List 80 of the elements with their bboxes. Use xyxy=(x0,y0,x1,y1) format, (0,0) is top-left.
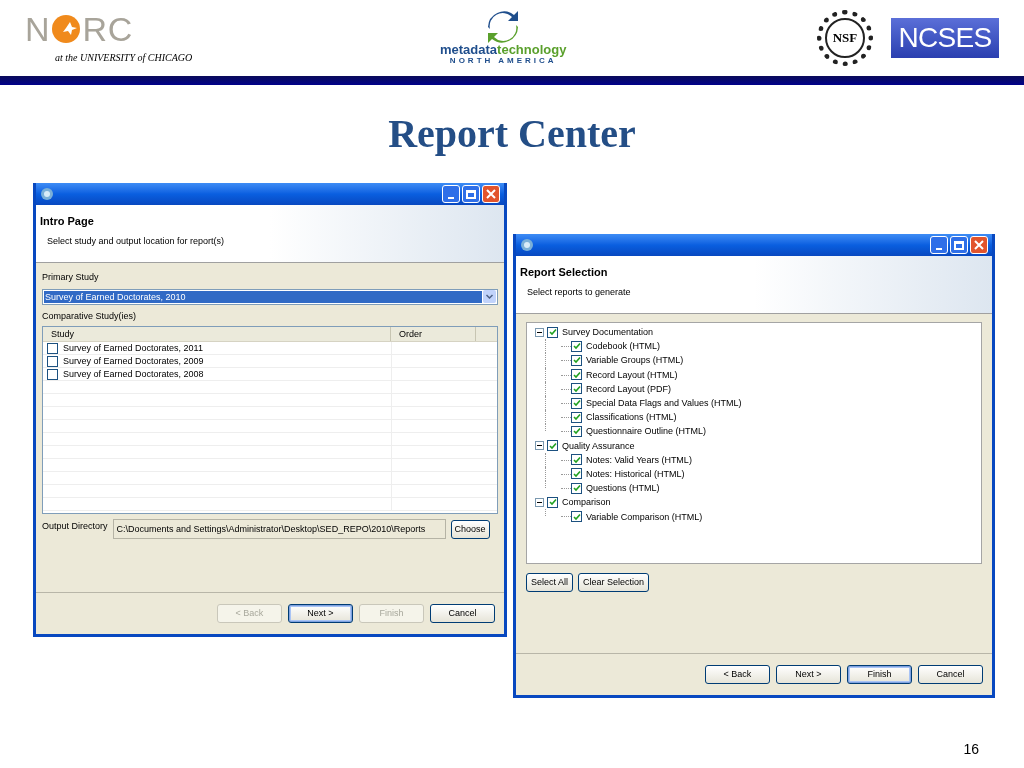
primary-study-dropdown[interactable]: Survey of Earned Doctorates, 2010 xyxy=(42,288,498,305)
logo-text: metadata xyxy=(440,43,498,56)
page-heading: Intro Page xyxy=(40,214,95,229)
wizard-button[interactable]: < Back xyxy=(705,665,770,684)
logo-tagline: at the UNIVERSITY of CHICAGO xyxy=(55,50,194,65)
logo-text: technology xyxy=(497,43,567,56)
minimize-button[interactable] xyxy=(442,185,460,203)
maximize-button[interactable] xyxy=(950,236,968,254)
logo-text: RC xyxy=(82,11,134,46)
checkbox[interactable] xyxy=(571,482,582,494)
tree-group-label[interactable]: Quality Assurance xyxy=(562,439,635,452)
field-label: Comparative Study(ies) xyxy=(42,309,138,323)
choose-button[interactable]: Choose xyxy=(450,520,490,539)
checkbox[interactable] xyxy=(571,511,582,523)
tree-item-label[interactable]: Variable Groups (HTML) xyxy=(586,354,684,367)
slide-title: Report Center xyxy=(388,110,636,158)
checkbox[interactable] xyxy=(571,411,582,423)
checkbox[interactable] xyxy=(571,340,582,352)
checkbox[interactable] xyxy=(547,440,558,452)
checkbox[interactable] xyxy=(547,326,558,338)
study-name: Survey of Earned Doctorates, 2009 xyxy=(63,355,204,367)
maximize-button[interactable] xyxy=(462,185,480,203)
wizard-button[interactable]: Cancel xyxy=(918,665,983,684)
study-name: Survey of Earned Doctorates, 2008 xyxy=(63,368,204,380)
selection-button[interactable]: Clear Selection xyxy=(578,573,650,592)
tree-item-label[interactable]: Record Layout (PDF) xyxy=(586,382,672,395)
app-icon xyxy=(40,187,54,201)
app-icon xyxy=(520,238,534,252)
checkbox[interactable] xyxy=(547,496,558,508)
tree-item-label[interactable]: Variable Comparison (HTML) xyxy=(586,510,703,523)
close-button[interactable] xyxy=(970,236,988,254)
ncses-logo: NCSES xyxy=(891,18,999,58)
checkbox[interactable] xyxy=(571,454,582,466)
checkbox[interactable] xyxy=(571,468,582,480)
collapse-icon[interactable] xyxy=(534,441,544,451)
tree-item-label[interactable]: Questionnaire Outline (HTML) xyxy=(586,425,707,438)
tree-item-label[interactable]: Notes: Historical (HTML) xyxy=(586,467,685,480)
tree-group-label[interactable]: Survey Documentation xyxy=(562,326,654,339)
checkbox[interactable] xyxy=(47,355,58,367)
page-description: Select study and output location for report(s) xyxy=(47,234,226,248)
field-label: Primary Study xyxy=(42,271,100,284)
selection-button[interactable]: Select All xyxy=(526,573,574,592)
column-header[interactable]: Order xyxy=(391,327,476,341)
collapse-icon[interactable] xyxy=(534,327,544,337)
page-description: Select reports to generate xyxy=(527,285,632,299)
checkbox[interactable] xyxy=(571,369,582,381)
sun-icon xyxy=(51,13,82,44)
checkbox[interactable] xyxy=(571,354,582,366)
study-name: Survey of Earned Doctorates, 2011 xyxy=(63,342,203,354)
wizard-button[interactable]: Finish xyxy=(847,665,912,684)
checkbox[interactable] xyxy=(571,397,582,409)
checkbox[interactable] xyxy=(47,342,58,354)
tree-item-label[interactable]: Classifications (HTML) xyxy=(586,411,677,424)
wizard-button[interactable]: Next > xyxy=(288,604,353,623)
checkbox[interactable] xyxy=(571,425,582,437)
close-icon xyxy=(974,240,984,250)
recycle-arrows-icon xyxy=(486,11,521,43)
nsf-seal: NSF xyxy=(817,10,873,66)
page-heading: Report Selection xyxy=(520,265,609,280)
collapse-icon[interactable] xyxy=(534,497,544,507)
page-number: 16 xyxy=(963,740,979,759)
logo-subline: NORTH AMERICA xyxy=(449,56,557,65)
minimize-button[interactable] xyxy=(930,236,948,254)
checkbox[interactable] xyxy=(571,383,582,395)
tree-item-label[interactable]: Questions (HTML) xyxy=(586,482,660,495)
tree-item-label[interactable]: Record Layout (HTML) xyxy=(586,368,678,381)
column-header[interactable]: Study xyxy=(43,327,391,341)
field-label: Output Directory xyxy=(42,520,108,533)
output-directory-field[interactable]: C:\Documents and Settings\Administrator\Desktop\SED_REPO\2010\Reports xyxy=(112,519,446,539)
close-button[interactable] xyxy=(482,185,500,203)
close-icon xyxy=(486,189,496,199)
tree-item-label[interactable]: Special Data Flags and Values (HTML) xyxy=(586,397,742,410)
logo-text: N xyxy=(25,11,51,46)
tree-group-label[interactable]: Comparison xyxy=(562,496,611,509)
checkbox[interactable] xyxy=(47,368,58,380)
wizard-button[interactable]: Next > xyxy=(776,665,841,684)
tree-item-label[interactable]: Notes: Valid Years (HTML) xyxy=(586,453,692,466)
chevron-down-icon xyxy=(483,290,496,303)
tree-item-label[interactable]: Codebook (HTML) xyxy=(586,340,661,353)
wizard-button[interactable]: Cancel xyxy=(430,604,495,623)
